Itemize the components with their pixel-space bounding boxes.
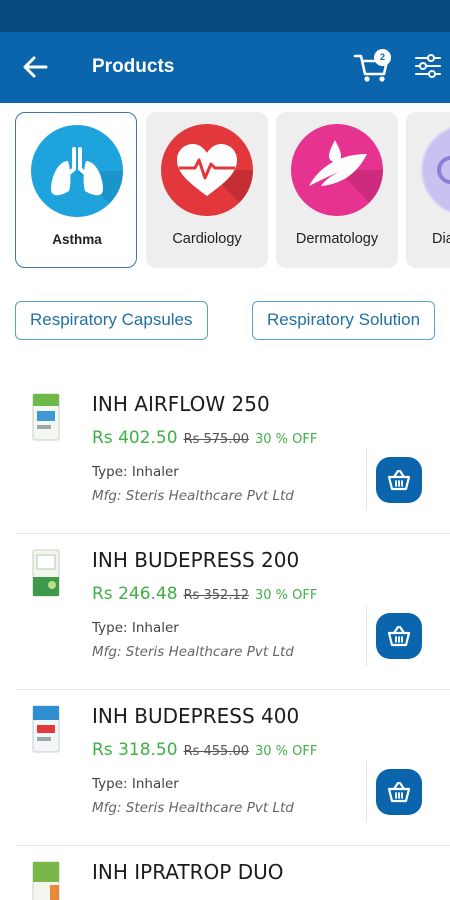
product-price: Rs 246.48 xyxy=(92,584,178,604)
product-image xyxy=(32,705,60,753)
chip-respiratory-solution[interactable]: Respiratory Solution xyxy=(252,301,436,340)
price-row: Rs 246.48 Rs 352.12 30 % OFF xyxy=(92,584,317,604)
divider xyxy=(366,604,367,666)
diabetes-icon xyxy=(421,124,450,216)
product-image xyxy=(32,393,60,441)
category-label: Asthma xyxy=(52,232,102,247)
cart-count-badge: 2 xyxy=(374,49,391,66)
add-to-cart-button[interactable] xyxy=(376,769,422,815)
product-name: INH BUDEPRESS 400 xyxy=(92,704,300,728)
feather-drop-icon xyxy=(291,124,383,216)
basket-icon xyxy=(387,625,411,647)
discount-label: 30 % OFF xyxy=(255,432,318,447)
app-bar: Products 2 xyxy=(0,32,450,103)
product-image xyxy=(32,549,60,597)
chip-respiratory-capsules[interactable]: Respiratory Capsules xyxy=(15,301,208,340)
category-label: Dia xyxy=(432,231,450,247)
product-type: Type: Inhaler xyxy=(92,776,179,792)
price-row: Rs 318.50 Rs 455.00 30 % OFF xyxy=(92,740,317,760)
cart-button[interactable]: 2 xyxy=(352,46,396,86)
product-image xyxy=(32,861,60,900)
category-strip[interactable]: Asthma Cardiology Dermatology Dia xyxy=(0,103,450,278)
page-title: Products xyxy=(92,56,175,77)
product-mrp: Rs 575.00 xyxy=(183,432,249,447)
product-manufacturer: Mfg: Steris Healthcare Pvt Ltd xyxy=(92,488,294,504)
product-item[interactable]: INH AIRFLOW 250 Rs 402.50 Rs 575.00 30 % O… xyxy=(0,378,450,534)
discount-label: 30 % OFF xyxy=(255,744,318,759)
lungs-icon xyxy=(31,125,123,217)
product-mrp: Rs 352.12 xyxy=(183,588,249,603)
product-item[interactable]: INH BUDEPRESS 200 Rs 246.48 Rs 352.12 30 %… xyxy=(0,534,450,690)
discount-label: 30 % OFF xyxy=(255,588,318,603)
product-item[interactable]: INH IPRATROP DUO xyxy=(0,846,450,900)
divider xyxy=(366,760,367,822)
category-cardiology[interactable]: Cardiology xyxy=(146,112,268,268)
product-price: Rs 318.50 xyxy=(92,740,178,760)
category-dermatology[interactable]: Dermatology xyxy=(276,112,398,268)
product-type: Type: Inhaler xyxy=(92,620,179,636)
divider xyxy=(366,448,367,510)
category-label: Cardiology xyxy=(172,231,242,247)
product-manufacturer: Mfg: Steris Healthcare Pvt Ltd xyxy=(92,800,294,816)
product-item[interactable]: INH BUDEPRESS 400 Rs 318.50 Rs 455.00 30 %… xyxy=(0,690,450,846)
product-price: Rs 402.50 xyxy=(92,428,178,448)
arrow-left-icon xyxy=(23,56,48,78)
basket-icon xyxy=(387,469,411,491)
heart-pulse-icon xyxy=(161,124,253,216)
basket-icon xyxy=(387,781,411,803)
filter-button[interactable] xyxy=(412,50,444,82)
product-name: INH IPRATROP DUO xyxy=(92,860,284,884)
back-button[interactable] xyxy=(18,52,52,82)
product-mrp: Rs 455.00 xyxy=(183,744,249,759)
add-to-cart-button[interactable] xyxy=(376,613,422,659)
product-name: INH AIRFLOW 250 xyxy=(92,392,270,416)
category-diabetes[interactable]: Dia xyxy=(406,112,450,268)
status-bar xyxy=(0,0,450,32)
add-to-cart-button[interactable] xyxy=(376,457,422,503)
product-manufacturer: Mfg: Steris Healthcare Pvt Ltd xyxy=(92,644,294,660)
product-name: INH BUDEPRESS 200 xyxy=(92,548,300,572)
product-type: Type: Inhaler xyxy=(92,464,179,480)
sliders-icon xyxy=(415,54,441,78)
price-row: Rs 402.50 Rs 575.00 30 % OFF xyxy=(92,428,317,448)
category-label: Dermatology xyxy=(295,231,379,247)
category-asthma[interactable]: Asthma xyxy=(15,112,137,268)
